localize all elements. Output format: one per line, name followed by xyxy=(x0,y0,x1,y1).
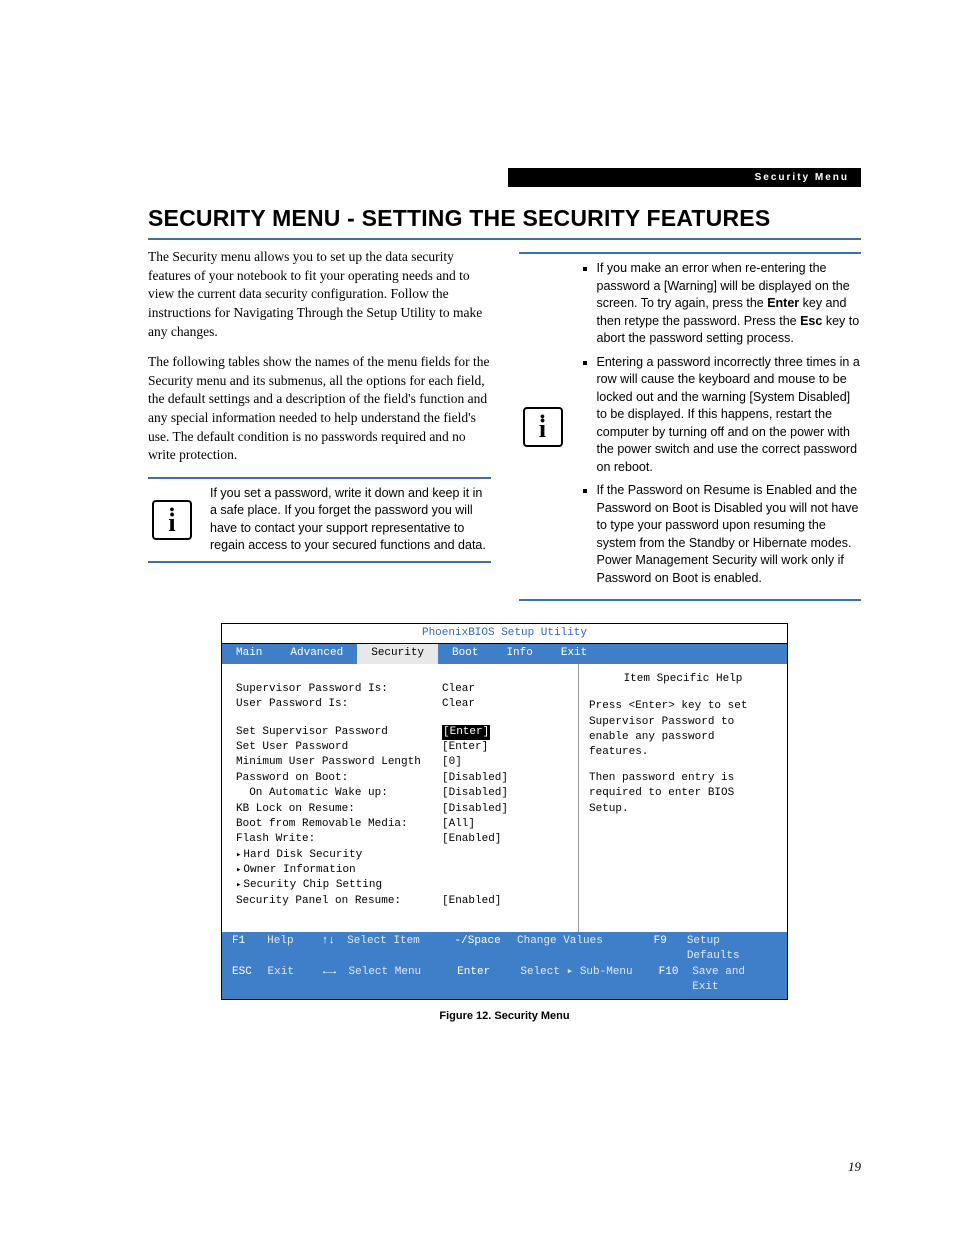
bios-tab-boot[interactable]: Boot xyxy=(438,644,492,663)
bios-setting-label: Security Panel on Resume: xyxy=(236,894,442,909)
bios-setting-value: [Enter] xyxy=(442,725,490,740)
note-box-2: i If you make an error when re-entering … xyxy=(519,252,862,601)
bios-footer-row-2: ESC Exit ←→ Select Menu Enter Select ▸ S… xyxy=(232,965,777,996)
bios-setting-row[interactable]: Password on Boot:[Disabled] xyxy=(236,771,570,786)
bios-tab-info[interactable]: Info xyxy=(492,644,546,663)
bios-setting-row[interactable]: Boot from Removable Media:[All] xyxy=(236,817,570,832)
bios-setting-row[interactable]: Supervisor Password Is:Clear xyxy=(236,682,570,697)
bios-setting-row[interactable]: Set Supervisor Password[Enter] xyxy=(236,725,570,740)
bios-setting-row[interactable]: Hard Disk Security xyxy=(236,848,570,863)
page: Security Menu SECURITY MENU - SETTING TH… xyxy=(0,0,954,1235)
bios-setting-label: Set User Password xyxy=(236,740,442,755)
bios-setting-value: Clear xyxy=(442,682,475,697)
bios-window: PhoenixBIOS Setup Utility MainAdvancedSe… xyxy=(221,623,788,1000)
note-1-text: If you set a password, write it down and… xyxy=(210,485,491,555)
bios-setting-value: [Disabled] xyxy=(442,802,508,817)
title-rule xyxy=(148,238,861,240)
bios-setting-value: [All] xyxy=(442,817,475,832)
bios-setting-value: [Disabled] xyxy=(442,771,508,786)
bios-setting-value: [Enabled] xyxy=(442,894,501,909)
bios-setting-label: Minimum User Password Length xyxy=(236,755,442,770)
bios-setting-value: [Enter] xyxy=(442,740,488,755)
intro-paragraph-1: The Security menu allows you to set up t… xyxy=(148,248,491,341)
bios-tab-main[interactable]: Main xyxy=(222,644,276,663)
bios-setting-value: [Enabled] xyxy=(442,832,501,847)
note-2-list: If you make an error when re-entering th… xyxy=(581,260,862,593)
note-box-1: i If you set a password, write it down a… xyxy=(148,477,491,563)
bios-setting-label: User Password Is: xyxy=(236,697,442,712)
bios-tab-exit[interactable]: Exit xyxy=(547,644,601,663)
bios-setting-row[interactable]: Minimum User Password Length[0] xyxy=(236,755,570,770)
bios-setting-label: KB Lock on Resume: xyxy=(236,802,442,817)
bios-help-panel: Item Specific Help Press <Enter> key to … xyxy=(579,664,787,932)
bios-setting-row[interactable]: User Password Is:Clear xyxy=(236,697,570,712)
note-2-item-1: If you make an error when re-entering th… xyxy=(597,260,862,348)
bios-setting-label: Set Supervisor Password xyxy=(236,725,442,740)
bios-figure: PhoenixBIOS Setup Utility MainAdvancedSe… xyxy=(221,623,788,1022)
intro-paragraph-2: The following tables show the names of t… xyxy=(148,353,491,465)
bios-help-text-2: Then password entry is required to enter… xyxy=(589,771,777,817)
bios-settings-panel: Supervisor Password Is:ClearUser Passwor… xyxy=(222,664,579,932)
right-column: i If you make an error when re-entering … xyxy=(519,248,862,601)
bios-setting-label: Password on Boot: xyxy=(236,771,442,786)
bios-setting-value: Clear xyxy=(442,697,475,712)
bios-setting-row[interactable]: Set User Password[Enter] xyxy=(236,740,570,755)
bios-setting-row[interactable]: On Automatic Wake up:[Disabled] xyxy=(236,786,570,801)
bios-setting-row[interactable]: Owner Information xyxy=(236,863,570,878)
bios-help-title: Item Specific Help xyxy=(589,672,777,687)
bios-setting-row[interactable]: KB Lock on Resume:[Disabled] xyxy=(236,802,570,817)
bios-setting-label: On Automatic Wake up: xyxy=(236,786,442,801)
bios-title: PhoenixBIOS Setup Utility xyxy=(222,624,787,644)
left-column: The Security menu allows you to set up t… xyxy=(148,248,491,601)
bios-footer: F1 Help ↑↓ Select Item -/Space Change Va… xyxy=(222,932,787,1000)
bios-setting-value: [Disabled] xyxy=(442,786,508,801)
bios-body: Supervisor Password Is:ClearUser Passwor… xyxy=(222,664,787,932)
figure-caption: Figure 12. Security Menu xyxy=(221,1010,788,1022)
note-2-item-3: If the Password on Resume is Enabled and… xyxy=(597,482,862,587)
page-title: SECURITY MENU - SETTING THE SECURITY FEA… xyxy=(148,205,861,232)
bios-setting-row[interactable]: Flash Write:[Enabled] xyxy=(236,832,570,847)
body-columns: The Security menu allows you to set up t… xyxy=(148,248,861,601)
page-number: 19 xyxy=(848,1159,861,1175)
bios-tabs: MainAdvancedSecurityBootInfoExit xyxy=(222,644,787,663)
bios-tab-advanced[interactable]: Advanced xyxy=(276,644,357,663)
bios-setting-label: Hard Disk Security xyxy=(236,848,442,863)
header-bar: Security Menu xyxy=(508,168,861,187)
bios-setting-label: Boot from Removable Media: xyxy=(236,817,442,832)
bios-setting-value: [0] xyxy=(442,755,462,770)
info-icon: i xyxy=(148,485,196,555)
bios-help-text-1: Press <Enter> key to set Supervisor Pass… xyxy=(589,699,777,761)
bios-tab-security[interactable]: Security xyxy=(357,644,438,663)
bios-setting-label: Supervisor Password Is: xyxy=(236,682,442,697)
info-icon: i xyxy=(519,260,567,593)
bios-setting-row[interactable]: Security Panel on Resume:[Enabled] xyxy=(236,894,570,909)
bios-setting-label: Security Chip Setting xyxy=(236,878,442,893)
bios-setting-label: Owner Information xyxy=(236,863,442,878)
bios-footer-row-1: F1 Help ↑↓ Select Item -/Space Change Va… xyxy=(232,934,777,965)
bios-setting-row[interactable]: Security Chip Setting xyxy=(236,878,570,893)
bios-setting-label: Flash Write: xyxy=(236,832,442,847)
note-2-item-2: Entering a password incorrectly three ti… xyxy=(597,354,862,477)
